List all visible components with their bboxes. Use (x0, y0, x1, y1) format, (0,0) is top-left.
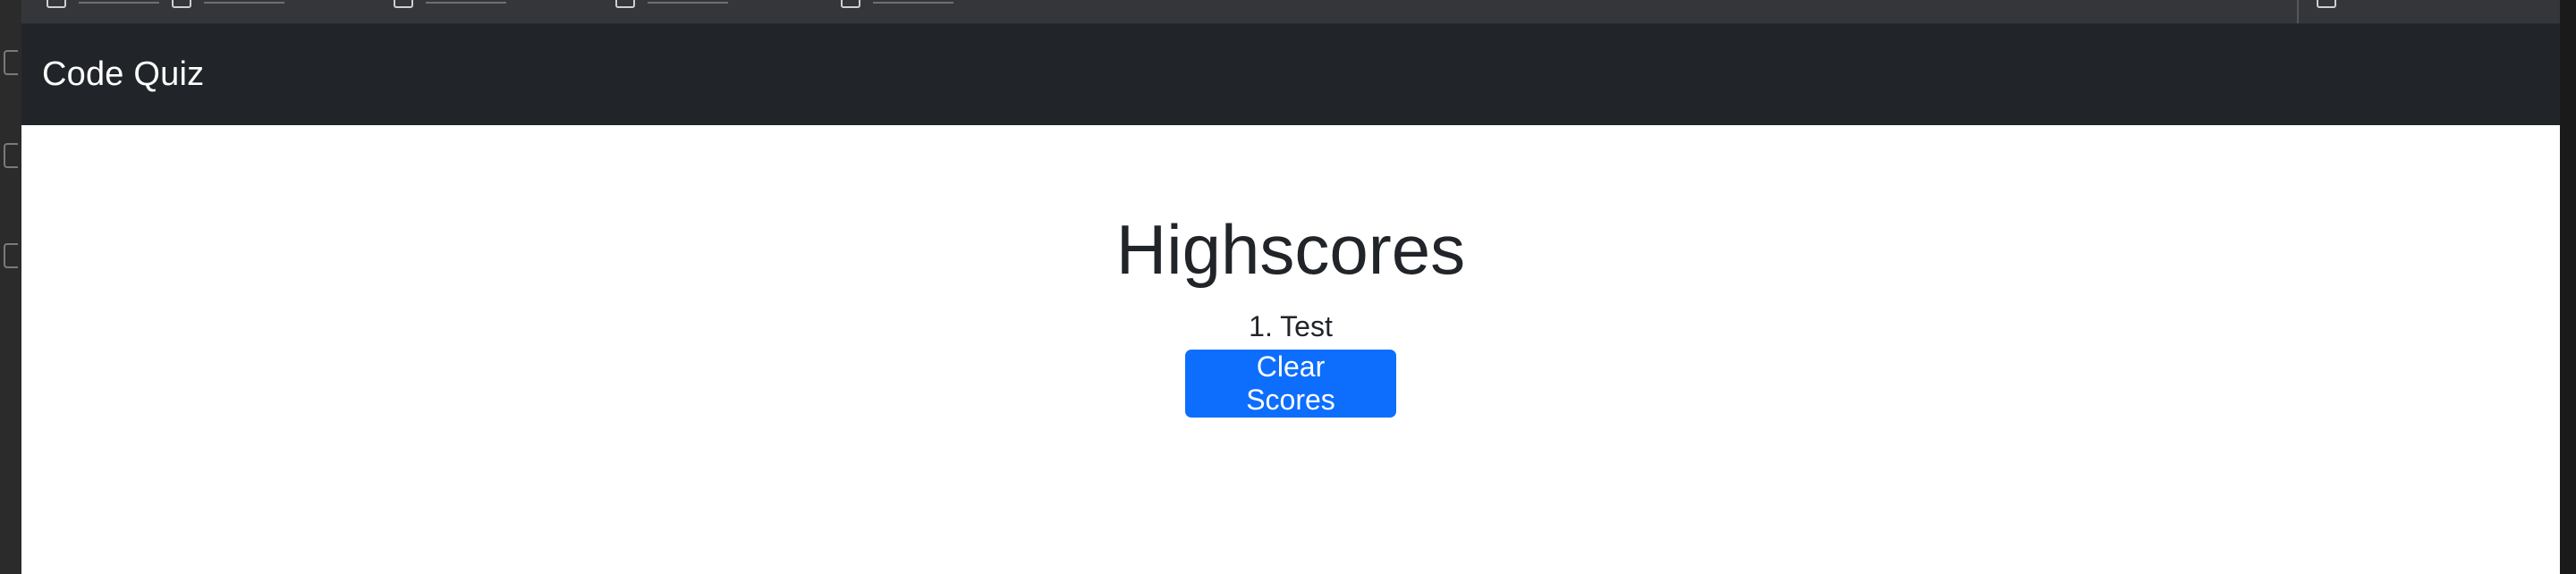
page-icon (172, 0, 191, 8)
bookmark-item[interactable] (172, 0, 284, 9)
source-control-icon[interactable] (4, 50, 18, 75)
page-icon (841, 0, 860, 8)
bookmark-other[interactable] (2317, 0, 2336, 9)
bookmark-apps[interactable] (47, 0, 159, 9)
bookmarks-divider (2297, 0, 2299, 23)
bookmark-label (648, 2, 728, 4)
bookmark-label (426, 2, 506, 4)
bookmark-item[interactable] (615, 0, 728, 9)
bookmarks-bar (21, 0, 2560, 24)
bookmark-item[interactable] (394, 0, 506, 9)
folder-icon (2317, 0, 2336, 8)
bookmark-label (79, 2, 159, 4)
editor-activity-bar (0, 0, 21, 574)
bookmark-label (204, 2, 284, 4)
page-title: Highscores (1115, 210, 1466, 289)
background-strip (2560, 0, 2576, 574)
apps-grid-icon (47, 0, 66, 8)
list-item: 1. Test (1249, 310, 1333, 342)
extensions-icon[interactable] (4, 243, 18, 268)
page-icon (394, 0, 413, 8)
browser-window: Code Quiz Highscores 1. Test Clear Score… (21, 0, 2560, 574)
page-icon (615, 0, 635, 8)
highscores-section: Highscores 1. Test Clear Scores (21, 125, 2560, 418)
scores-list: 1. Test (21, 310, 2560, 342)
navbar: Code Quiz (21, 24, 2560, 125)
bookmark-item[interactable] (841, 0, 953, 9)
navbar-brand[interactable]: Code Quiz (42, 55, 204, 94)
debug-icon[interactable] (4, 143, 18, 168)
bookmark-label (873, 2, 953, 4)
clear-scores-button[interactable]: Clear Scores (1185, 350, 1396, 418)
